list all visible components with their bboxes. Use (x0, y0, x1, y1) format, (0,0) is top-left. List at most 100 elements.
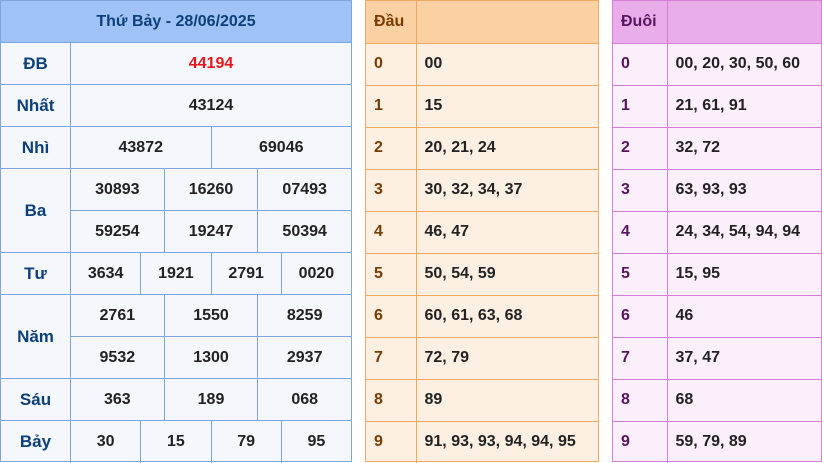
dau-row: 9 91, 93, 93, 94, 94, 95 (366, 420, 598, 463)
duoi-values: 59, 79, 89 (667, 420, 821, 463)
prize-values: 30893 16260 07493 59254 19247 50394 (71, 169, 351, 252)
dau-header-row: Đầu (366, 1, 598, 44)
prize-values: 30 15 79 95 (71, 421, 351, 463)
prize-values: 44194 (71, 43, 351, 84)
dau-values: 46, 47 (416, 210, 598, 253)
prize-number: 95 (280, 421, 351, 463)
prize-number: 1921 (140, 253, 210, 294)
duoi-row: 8 68 (613, 378, 821, 421)
duoi-table: Đuôi 0 00, 20, 30, 50, 60 1 21, 61, 91 2 32, … (612, 0, 822, 463)
duoi-header: Đuôi (613, 1, 668, 44)
prize-label: Bảy (1, 421, 71, 463)
prize-label: Sáu (1, 379, 71, 420)
prize-values: 363 189 068 (71, 379, 351, 420)
prize-number: 2937 (257, 337, 351, 378)
prize-values: 43124 (71, 85, 351, 126)
prize-values: 43872 69046 (71, 127, 351, 168)
duoi-body: 0 00, 20, 30, 50, 60 1 21, 61, 91 2 32, 72 3 63… (613, 42, 821, 463)
dau-values: 89 (416, 378, 598, 421)
dau-values: 00 (416, 42, 598, 85)
dau-header: Đầu (366, 1, 417, 44)
prize-row: Ba 30893 16260 07493 59254 19247 50394 (1, 169, 351, 253)
prize-number: 068 (257, 379, 351, 420)
prize-row: Sáu 363 189 068 (1, 379, 351, 421)
dau-body: 0 00 1 15 2 20, 21, 24 3 30, 32, 34, 37 4 46, 47 5… (366, 42, 598, 463)
duoi-digit: 6 (613, 294, 668, 337)
duoi-values: 24, 34, 54, 94, 94 (667, 210, 821, 253)
prize-number: 59254 (95, 222, 140, 240)
duoi-row: 9 59, 79, 89 (613, 420, 821, 463)
dau-values: 50, 54, 59 (416, 252, 598, 295)
duoi-row: 3 63, 93, 93 (613, 168, 821, 211)
prize-row: Tư 3634 1921 2791 0020 (1, 253, 351, 295)
prize-number: 43124 (188, 96, 234, 114)
prize-label: Năm (1, 295, 71, 378)
prize-label: ĐB (1, 43, 71, 84)
duoi-values: 68 (667, 378, 821, 421)
prize-number: 8259 (257, 295, 351, 336)
prize-number: 30893 (95, 180, 140, 198)
duoi-header-row: Đuôi (613, 1, 821, 44)
dau-values: 91, 93, 93, 94, 94, 95 (416, 420, 598, 463)
duoi-values: 37, 47 (667, 336, 821, 379)
prize-number: 79 (210, 421, 281, 463)
dau-digit: 8 (366, 378, 417, 421)
prize-label: Ba (1, 169, 71, 252)
dau-row: 1 15 (366, 84, 598, 127)
prize-values: 3634 1921 2791 0020 (71, 253, 351, 294)
dau-row: 5 50, 54, 59 (366, 252, 598, 295)
dau-digit: 1 (366, 84, 417, 127)
prize-line: 2761 1550 8259 (71, 295, 351, 336)
prize-number: 15 (140, 421, 210, 463)
dau-header-values (416, 1, 598, 44)
prize-number: 50394 (257, 211, 351, 252)
dau-row: 3 30, 32, 34, 37 (366, 168, 598, 211)
prize-number: 69046 (210, 127, 352, 168)
duoi-row: 0 00, 20, 30, 50, 60 (613, 42, 821, 85)
dau-values: 30, 32, 34, 37 (416, 168, 598, 211)
dau-row: 7 72, 79 (366, 336, 598, 379)
dau-row: 6 60, 61, 63, 68 (366, 294, 598, 337)
duoi-row: 7 37, 47 (613, 336, 821, 379)
prize-row: Bảy 30 15 79 95 (1, 421, 351, 463)
duoi-values: 46 (667, 294, 821, 337)
prize-number: 16260 (163, 169, 258, 210)
results-table: Thứ Bảy - 28/06/2025 ĐB 44194 Nhất 43124 Nhì… (0, 0, 352, 463)
duoi-values: 00, 20, 30, 50, 60 (667, 42, 821, 85)
duoi-digit: 2 (613, 126, 668, 169)
prize-line: 59254 19247 50394 (71, 210, 351, 252)
prize-number: 43872 (118, 138, 164, 156)
dau-digit: 3 (366, 168, 417, 211)
duoi-row: 5 15, 95 (613, 252, 821, 295)
duoi-row: 2 32, 72 (613, 126, 821, 169)
prize-number: 3634 (87, 264, 124, 282)
dau-table: Đầu 0 00 1 15 2 20, 21, 24 3 30, 32, 34, 37 4 46,… (365, 0, 599, 463)
duoi-values: 21, 61, 91 (667, 84, 821, 127)
prize-number: 07493 (257, 169, 351, 210)
prize-number: 189 (163, 379, 258, 420)
duoi-values: 15, 95 (667, 252, 821, 295)
results-title: Thứ Bảy - 28/06/2025 (1, 1, 351, 43)
prize-number: 1300 (163, 337, 258, 378)
prize-number: 30 (96, 433, 115, 450)
prize-number: 9532 (99, 348, 136, 366)
dau-digit: 9 (366, 420, 417, 463)
prize-row: Nhất 43124 (1, 85, 351, 127)
prize-line: 363 189 068 (71, 379, 351, 420)
prize-line: 43124 (71, 85, 351, 126)
prize-label: Tư (1, 253, 71, 294)
duoi-values: 32, 72 (667, 126, 821, 169)
duoi-values: 63, 93, 93 (667, 168, 821, 211)
dau-digit: 2 (366, 126, 417, 169)
prize-row: ĐB 44194 (1, 43, 351, 85)
dau-row: 0 00 (366, 42, 598, 85)
duoi-digit: 7 (613, 336, 668, 379)
duoi-digit: 1 (613, 84, 668, 127)
prize-row: Nhì 43872 69046 (1, 127, 351, 169)
duoi-digit: 4 (613, 210, 668, 253)
prize-line: 30893 16260 07493 (71, 169, 351, 210)
duoi-digit: 9 (613, 420, 668, 463)
duoi-digit: 3 (613, 168, 668, 211)
prize-line: 30 15 79 95 (71, 421, 351, 463)
duoi-digit: 5 (613, 252, 668, 295)
